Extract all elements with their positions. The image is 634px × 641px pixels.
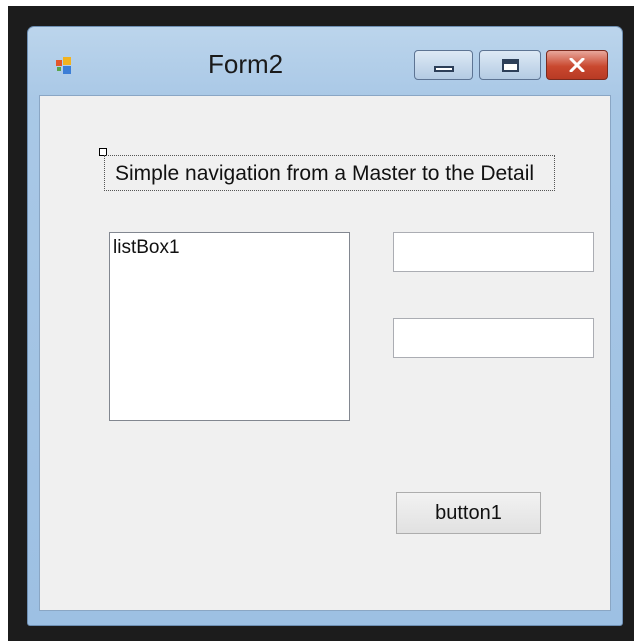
minimize-icon bbox=[433, 66, 454, 72]
text-box-1[interactable] bbox=[393, 232, 594, 272]
list-box-name: listBox1 bbox=[113, 237, 180, 258]
text-box-2[interactable] bbox=[393, 318, 594, 358]
form-client-area: Simple navigation from a Master to the D… bbox=[39, 95, 611, 611]
maximize-button[interactable] bbox=[479, 50, 541, 80]
close-icon bbox=[569, 58, 585, 72]
list-box[interactable]: listBox1 bbox=[109, 232, 350, 421]
winforms-app-icon[interactable] bbox=[56, 57, 74, 75]
navigation-label[interactable]: Simple navigation from a Master to the D… bbox=[104, 155, 555, 191]
close-button[interactable] bbox=[546, 50, 608, 80]
minimize-button[interactable] bbox=[414, 50, 473, 80]
title-bar[interactable]: Form2 bbox=[28, 27, 622, 95]
form2-window: Form2 Simple navigation from a Master to… bbox=[27, 26, 623, 626]
window-title: Form2 bbox=[208, 49, 284, 79]
button1[interactable]: button1 bbox=[396, 492, 541, 534]
maximize-icon bbox=[501, 58, 519, 72]
